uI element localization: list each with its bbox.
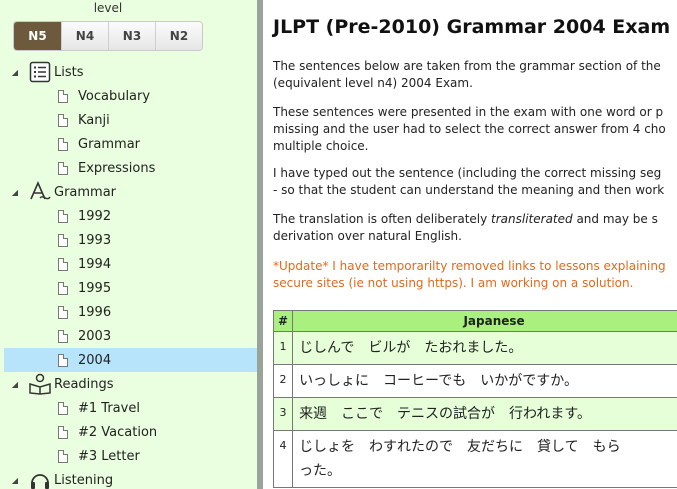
- tree-item-label: 1993: [78, 232, 112, 248]
- column-header-japanese: Japanese: [292, 310, 677, 332]
- japanese-sentence: 来週 ここで テニスの試合が 行われます。: [292, 397, 677, 431]
- file-icon: [58, 425, 68, 439]
- typing-note-paragraph: I have typed out the sentence (including…: [273, 166, 665, 197]
- tree-item-expressions[interactable]: Expressions: [4, 156, 257, 180]
- tree-item-grammar[interactable]: Grammar: [4, 132, 257, 156]
- tree-item-label: 2003: [78, 328, 112, 344]
- tree-item-2003[interactable]: 2003: [4, 324, 257, 348]
- grammar-icon: [30, 181, 51, 200]
- tree-node-lists[interactable]: ◢ Lists: [4, 60, 257, 84]
- headphones-icon: [31, 474, 49, 489]
- reading-icon: [29, 373, 51, 395]
- tree-item-label: #1 Travel: [78, 400, 140, 416]
- file-icon: [58, 305, 68, 319]
- tree-item-label: 1994: [78, 256, 112, 272]
- tree-node-label: Readings: [54, 376, 114, 392]
- tree-item-label: #2 Vacation: [78, 424, 158, 440]
- tree-node-label: Listening: [54, 472, 114, 488]
- tree-item-label: Vocabulary: [78, 88, 151, 104]
- japanese-sentence: じしんで ビルが たおれました。: [292, 331, 677, 365]
- table-header-row: # Japanese: [272, 310, 677, 332]
- file-icon: [58, 353, 68, 367]
- level-button-n3[interactable]: N3: [108, 22, 155, 50]
- file-icon: [58, 113, 68, 127]
- file-icon: [58, 329, 68, 343]
- file-icon: [58, 281, 68, 295]
- row-number: 4: [272, 430, 294, 488]
- tree-item-vacation[interactable]: #2 Vacation: [4, 420, 257, 444]
- row-number: 1: [272, 331, 294, 365]
- level-button-n2[interactable]: N2: [155, 22, 202, 50]
- file-icon: [58, 257, 68, 271]
- tree-item-label: 1992: [78, 208, 112, 224]
- table-row: 1 じしんで ビルが たおれました。: [272, 331, 677, 365]
- row-number: 3: [272, 397, 294, 431]
- table-row: 4 じしょを わすれたので 友だちに 貸して もら った。: [272, 430, 677, 488]
- level-button-n4[interactable]: N4: [61, 22, 108, 50]
- table-row: 2 いっしょに コーヒーでも いかがですか。: [272, 364, 677, 398]
- tree-item-1993[interactable]: 1993: [4, 228, 257, 252]
- file-icon: [58, 233, 68, 247]
- expand-toggle-icon[interactable]: ◢: [10, 380, 20, 389]
- list-icon: [29, 61, 51, 83]
- main-content: JLPT (Pre-2010) Grammar 2004 Exam The se…: [263, 0, 677, 489]
- tree-item-label: Expressions: [78, 160, 156, 176]
- file-icon: [58, 209, 68, 223]
- tree-item-vocabulary[interactable]: Vocabulary: [4, 84, 257, 108]
- level-button-n5[interactable]: N5: [14, 22, 61, 50]
- japanese-sentence: いっしょに コーヒーでも いかがですか。: [292, 364, 677, 398]
- level-selector: N5 N4 N3 N2: [13, 21, 203, 51]
- tree-item-label: 1995: [78, 280, 112, 296]
- tree-item-label: 1996: [78, 304, 112, 320]
- table-row: 3 来週 ここで テニスの試合が 行われます。: [272, 397, 677, 431]
- grammar-table: # Japanese 1 じしんで ビルが たおれました。 2 いっしょに コー…: [272, 310, 677, 488]
- tree-item-1995[interactable]: 1995: [4, 276, 257, 300]
- tree-node-readings[interactable]: ◢ Readings: [4, 372, 257, 396]
- tree-item-1994[interactable]: 1994: [4, 252, 257, 276]
- expand-toggle-icon[interactable]: ◢: [10, 188, 20, 197]
- tree-item-label: Grammar: [78, 136, 141, 152]
- tree-item-letter[interactable]: #3 Letter: [4, 444, 257, 468]
- tree-item-kanji[interactable]: Kanji: [4, 108, 257, 132]
- tree-node-grammar[interactable]: ◢ Grammar: [4, 180, 257, 204]
- tree-item-label: #3 Letter: [78, 448, 140, 464]
- file-icon: [58, 449, 68, 463]
- row-number: 2: [272, 364, 294, 398]
- tree-item-1996[interactable]: 1996: [4, 300, 257, 324]
- tree-item-2004-selected[interactable]: 2004: [4, 348, 257, 372]
- tree-node-label: Lists: [54, 64, 84, 80]
- tree-item-travel[interactable]: #1 Travel: [4, 396, 257, 420]
- tree-item-label: Kanji: [78, 112, 110, 128]
- expand-toggle-icon[interactable]: ◢: [10, 68, 20, 77]
- translation-note-paragraph: The translation is often deliberately tr…: [273, 212, 658, 243]
- expand-toggle-icon[interactable]: ◢: [10, 476, 20, 485]
- tree-item-label: 2004: [78, 352, 112, 368]
- tree-node-label: Grammar: [54, 184, 117, 200]
- level-label: level: [93, 1, 123, 15]
- tree-node-listening[interactable]: ◢ Listening: [4, 468, 257, 489]
- file-icon: [58, 137, 68, 151]
- file-icon: [58, 89, 68, 103]
- page-title: JLPT (Pre-2010) Grammar 2004 Exam: [273, 16, 671, 38]
- file-icon: [58, 161, 68, 175]
- exam-description-paragraph: These sentences were presented in the ex…: [273, 105, 666, 153]
- sidebar: level N5 N4 N3 N2 ◢ Lists Vocabulary Kan…: [0, 0, 257, 489]
- japanese-sentence: じしょを わすれたので 友だちに 貸して もら った。: [292, 430, 677, 488]
- intro-paragraph: The sentences below are taken from the g…: [273, 59, 661, 90]
- tree-item-1992[interactable]: 1992: [4, 204, 257, 228]
- column-header-number: #: [272, 310, 294, 332]
- file-icon: [58, 401, 68, 415]
- update-notice: *Update* I have temporarilty removed lin…: [273, 259, 666, 290]
